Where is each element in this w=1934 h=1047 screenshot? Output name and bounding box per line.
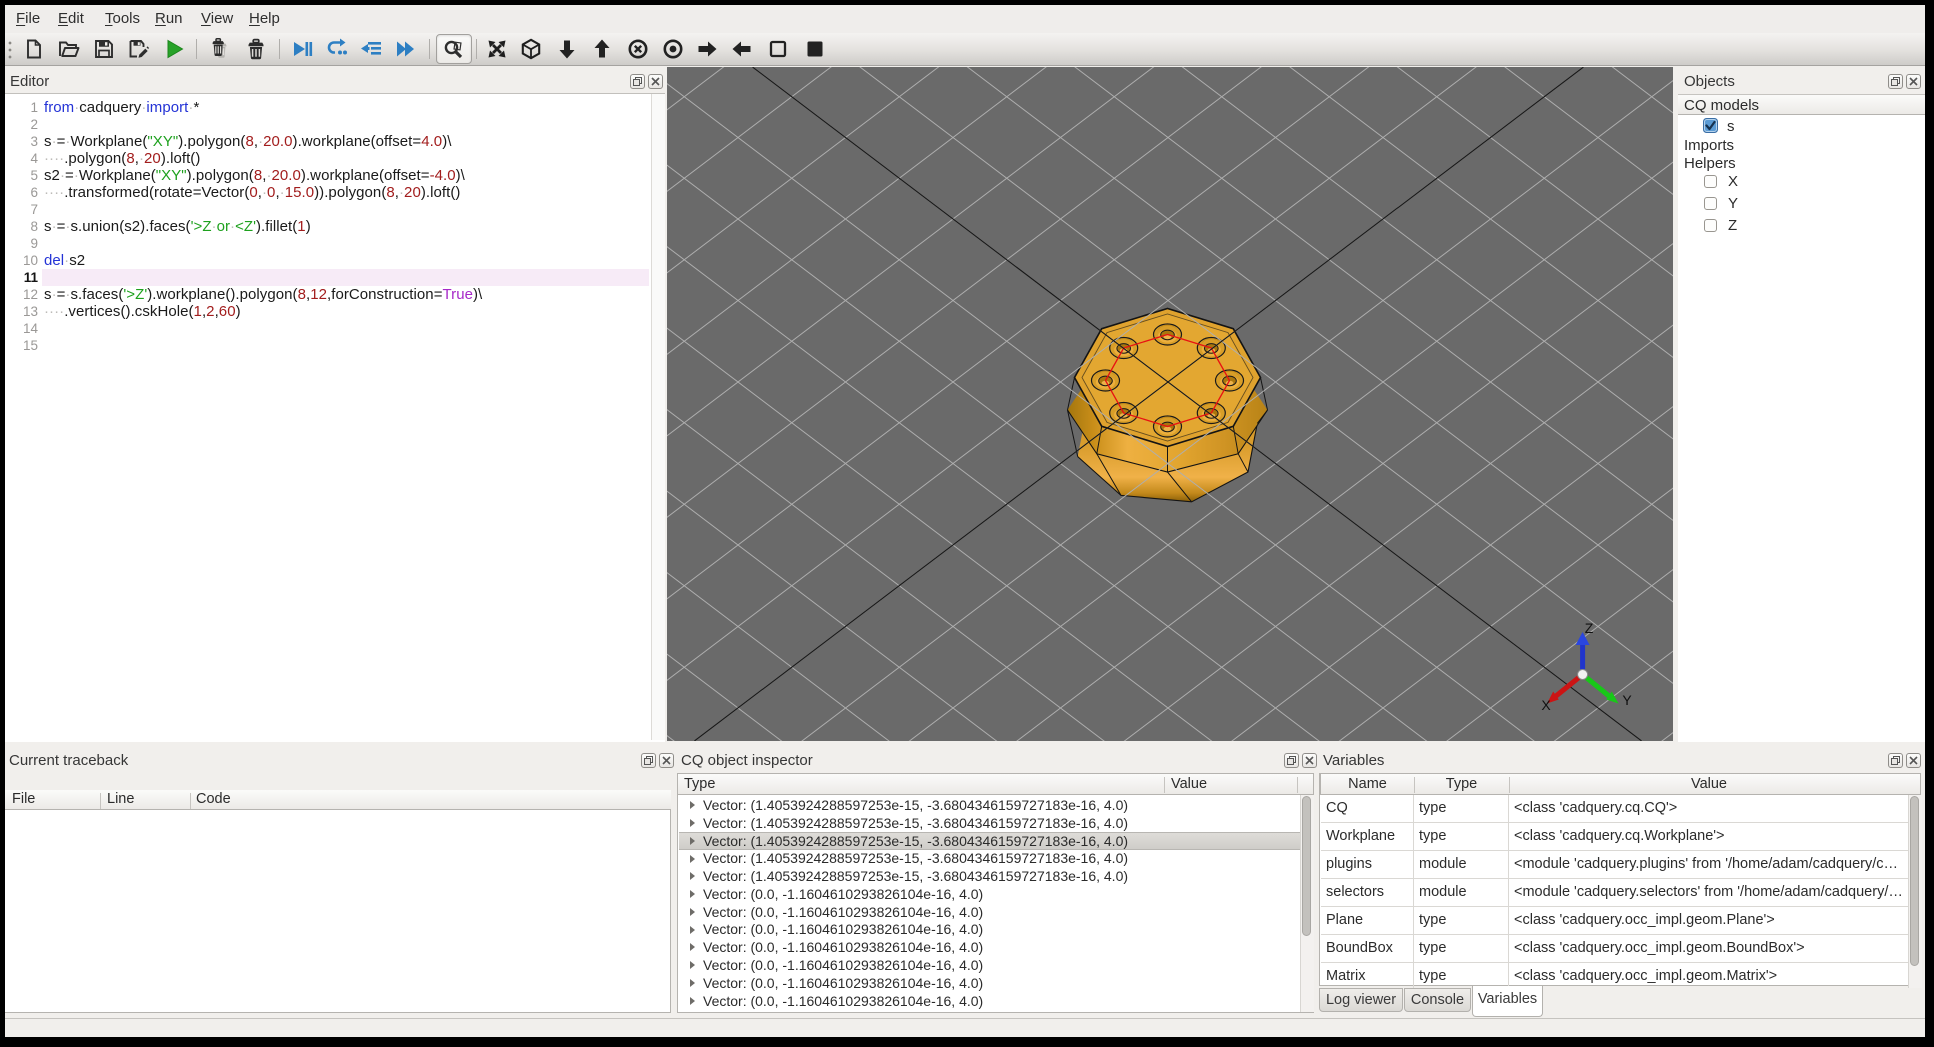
svg-text:X: X — [1541, 697, 1551, 713]
svg-text:Y: Y — [1622, 692, 1632, 708]
svg-text:Z: Z — [1585, 620, 1594, 636]
